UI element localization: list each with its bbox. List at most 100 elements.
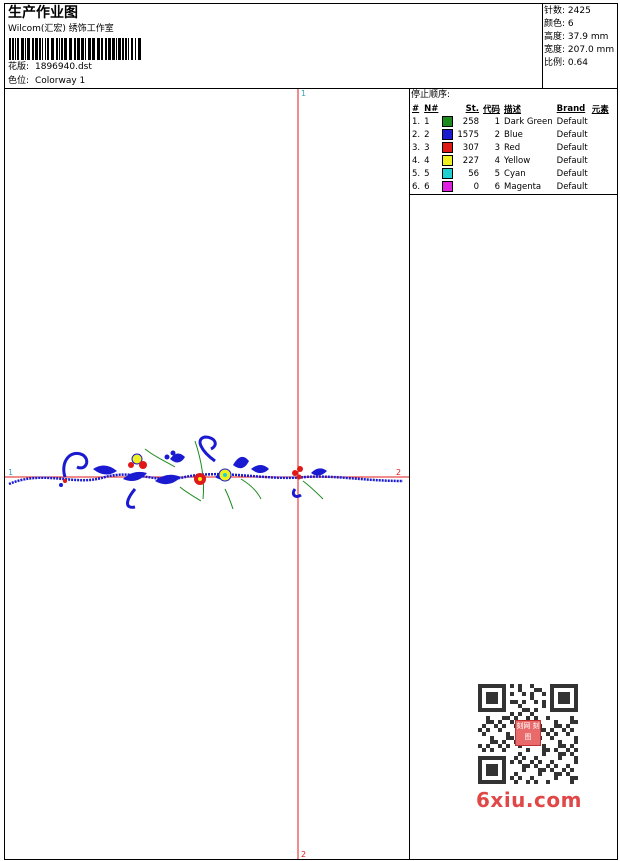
barcode-bar (9, 38, 11, 60)
qr-module (526, 780, 530, 784)
qr-module (510, 720, 514, 724)
qr-module (526, 708, 530, 712)
barcode-bar (17, 38, 19, 60)
colorway-label: 色位: (8, 76, 30, 86)
qr-module (554, 764, 558, 768)
design-canvas: 1 2 1 2 (5, 89, 409, 859)
barcode-bar (39, 38, 41, 60)
barcode-bar (64, 38, 67, 60)
qr-module (546, 732, 550, 736)
barcode-bar (135, 38, 136, 60)
stop-brand: Default (556, 181, 588, 192)
stop-code: 3 (494, 142, 501, 153)
qr-module (570, 780, 574, 784)
stop-needle: 6 (424, 181, 430, 192)
stop-desc: Yellow (504, 155, 531, 166)
stop-idx: 5. (412, 168, 421, 179)
qr-module (530, 760, 534, 764)
stop-needle: 5 (424, 168, 430, 179)
qr-module (502, 716, 506, 720)
green-stem (179, 486, 202, 502)
stop-needle: 1 (424, 116, 430, 127)
qr-module (494, 740, 498, 744)
qr-module (542, 748, 546, 752)
design-file-name: 1896940.dst (35, 62, 92, 72)
barcode-bar (74, 38, 76, 60)
blue-leaf (123, 471, 147, 481)
qr-module (486, 720, 490, 724)
qr-module (550, 728, 554, 732)
stop-row: 5. 5 56 5 Cyan Default (410, 167, 611, 180)
qr-module (538, 688, 542, 692)
qr-module (558, 752, 562, 756)
qr-module (510, 736, 514, 740)
axis-label-top: 1 (301, 89, 306, 98)
qr-module (574, 756, 578, 760)
stop-needle: 2 (424, 129, 430, 140)
stop-brand: Default (556, 142, 588, 153)
stop-code: 1 (494, 116, 501, 127)
barcode-bar (81, 38, 84, 60)
barcode-bar (27, 38, 30, 60)
color-swatch (442, 181, 454, 192)
qr-module (526, 764, 530, 768)
qr-module (546, 716, 550, 720)
qr-module (566, 764, 570, 768)
barcode (9, 38, 141, 60)
qr-module (530, 696, 534, 700)
stop-row: 1. 1 258 1 Dark Green Default (410, 115, 611, 128)
qr-module (570, 744, 574, 748)
stop-brand: Default (556, 116, 588, 127)
qr-module (542, 692, 546, 696)
qr-module (490, 720, 494, 724)
qr-module (514, 700, 518, 704)
qr-module (542, 744, 546, 748)
qr-module (534, 708, 538, 712)
blue-leaf (233, 456, 249, 469)
axis-label-right: 2 (396, 468, 401, 477)
stop-stitches: 0 (473, 181, 480, 192)
stop-desc: Dark Green (504, 116, 553, 127)
qr-module (490, 748, 494, 752)
axis-label-left: 1 (8, 468, 13, 477)
red-flower (139, 461, 147, 469)
stop-stitches: 56 (468, 168, 480, 179)
col-brand: Brand (556, 103, 586, 114)
qr-module (518, 776, 522, 780)
barcode-bar (77, 38, 80, 60)
qr-module (558, 744, 562, 748)
barcode-bar (101, 38, 103, 60)
stop-brand: Default (556, 168, 588, 179)
color-swatch (442, 116, 454, 127)
barcode-bar (88, 38, 91, 60)
qr-module (570, 728, 574, 732)
qr-module (538, 772, 542, 776)
qr-module (574, 740, 578, 744)
blue-berry (170, 450, 176, 456)
qr-module (498, 744, 502, 748)
watermark-site: 6xiu.com (476, 788, 582, 812)
seal-stamp: 刻网 刻图 (515, 720, 541, 746)
stop-needle: 3 (424, 142, 430, 153)
col-code: 代码 (483, 104, 501, 115)
qr-module (550, 760, 554, 764)
color-swatch (442, 142, 454, 153)
barcode-bar (116, 38, 117, 60)
barcode-bar (125, 38, 127, 60)
green-stem (240, 478, 262, 500)
qr-module (538, 768, 542, 772)
qr-module (570, 768, 574, 772)
qr-module (566, 724, 570, 728)
qr-module (522, 700, 526, 704)
qr-module (574, 760, 578, 764)
stop-brand: Default (556, 129, 588, 140)
stop-idx: 3. (412, 142, 421, 153)
qr-module (550, 736, 554, 740)
qr-module (522, 764, 526, 768)
qr-module (510, 760, 514, 764)
qr-module (518, 688, 522, 692)
stop-code: 4 (494, 155, 501, 166)
red-flower (297, 466, 303, 472)
qr-finder (486, 692, 498, 704)
colorway-name: Colorway 1 (35, 76, 86, 86)
